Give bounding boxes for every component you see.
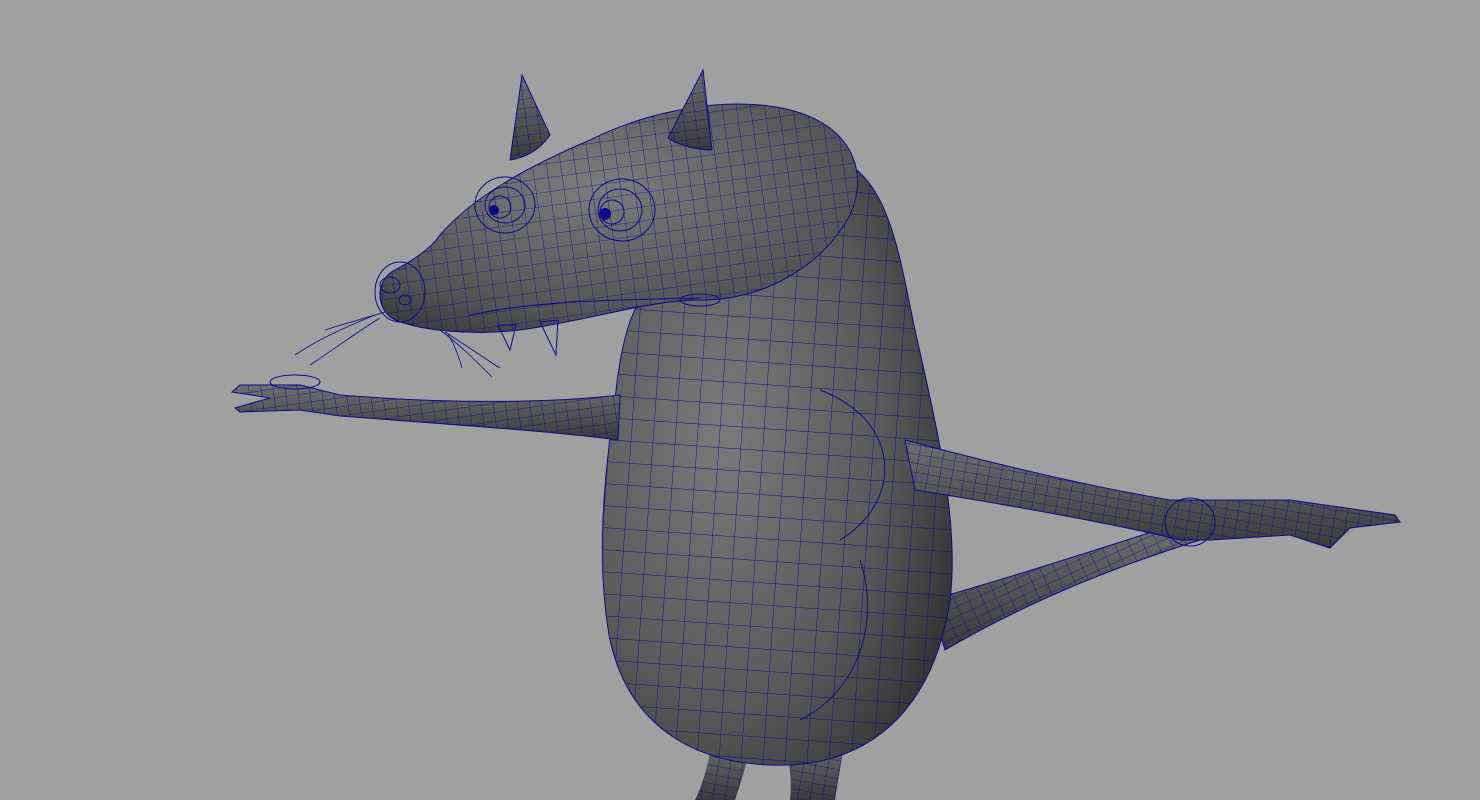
- rat-right-arm: [904, 439, 1401, 549]
- 3d-viewport[interactable]: [0, 0, 1480, 800]
- rat-model-render: [230, 68, 1401, 800]
- rat-left-arm: [230, 374, 621, 441]
- rat-tail: [929, 519, 1201, 651]
